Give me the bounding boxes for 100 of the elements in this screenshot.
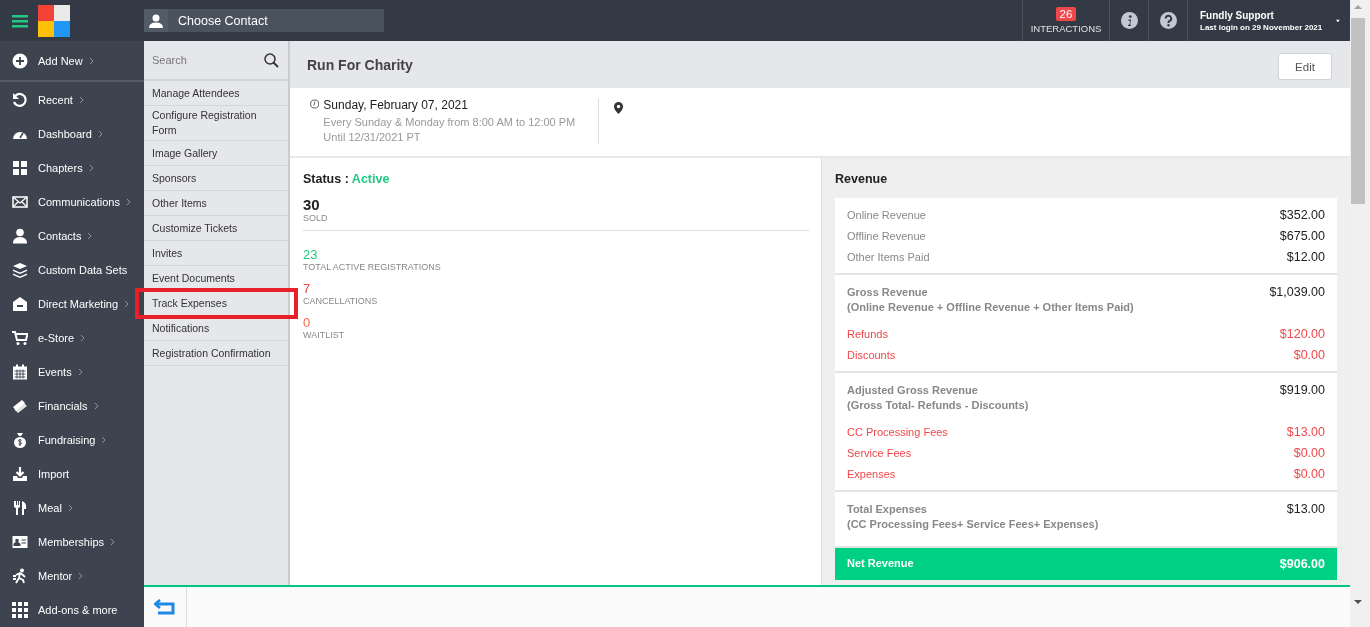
sidebar-item[interactable]: Chapters (0, 151, 144, 185)
revenue-amount: $0.00 (1293, 348, 1325, 362)
sidebar-item[interactable]: Memberships (0, 525, 144, 559)
revenue-label: Other Items Paid (847, 251, 930, 263)
sidebar-item[interactable]: Contacts (0, 219, 144, 253)
revenue-amount: $352.00 (1279, 208, 1325, 222)
menu-icon[interactable] (12, 13, 28, 28)
caret-icon (1336, 17, 1340, 24)
help-icon[interactable] (1159, 12, 1177, 29)
app-logo[interactable] (38, 4, 70, 37)
stat-value: 0 (303, 316, 312, 330)
stack-icon (12, 262, 28, 278)
submenu-item[interactable]: Customize Tickets (144, 216, 288, 241)
revenue-label: Adjusted Gross Revenue (847, 384, 978, 396)
revenue-amount: $13.00 (1286, 425, 1325, 439)
sidebar-item[interactable]: Financials (0, 389, 144, 423)
revenue-amount: $0.00 (1293, 467, 1325, 481)
submenu-item[interactable]: Sponsors (144, 166, 288, 191)
fork-knife-icon (12, 500, 28, 516)
revenue-label: CC Processing Fees (847, 426, 948, 438)
running-person-icon (12, 568, 28, 584)
sold-count: 30 (303, 196, 321, 213)
plus-circle-icon (12, 52, 28, 69)
chevron-right-icon (78, 572, 84, 580)
submenu-item[interactable]: Configure Registration Form (144, 106, 288, 141)
sidebar-item[interactable]: Recent (0, 83, 144, 117)
last-login-text: Last login on 29 November 2021 (1200, 22, 1323, 32)
submenu-item[interactable]: Other Items (144, 191, 288, 216)
location-pin-icon (614, 102, 623, 114)
search-field[interactable]: Search (152, 54, 252, 66)
contact-picker[interactable]: Choose Contact (144, 9, 384, 32)
sidebar-item[interactable]: Communications (0, 185, 144, 219)
stat-label: CANCELLATIONS (303, 296, 379, 306)
notification-count: 26 (1055, 7, 1077, 21)
submenu-item[interactable]: Registration Confirmation (144, 341, 288, 366)
stat-value: 23 (303, 248, 319, 262)
info-icon[interactable] (1120, 12, 1138, 29)
sidebar-item[interactable]: Import (0, 457, 144, 491)
event-status: Status : Active (303, 172, 391, 186)
sold-label: SOLD (303, 213, 329, 223)
revenue-label: Online Revenue (847, 209, 926, 221)
submenu-item[interactable]: Event Documents (144, 266, 288, 291)
revenue-amount: $0.00 (1293, 446, 1325, 460)
sidebar-item[interactable]: Events (0, 355, 144, 389)
user-name: Fundly Support (1200, 9, 1275, 21)
chevron-right-icon (77, 368, 83, 376)
stat-label: WAITLIST (303, 330, 346, 340)
refresh-icon (12, 92, 28, 108)
revenue-label: Expenses (847, 468, 896, 480)
chevron-right-icon (125, 198, 131, 206)
id-card-icon (12, 534, 28, 550)
sidebar-item[interactable]: Dashboard (0, 117, 144, 151)
event-recurrence: Every Sunday & Monday from 8:00 AM to 12:00 PM Until 12/31/2021 PT (323, 115, 577, 145)
submenu-item[interactable]: Notifications (144, 316, 288, 341)
chevron-right-icon (124, 300, 130, 308)
chevron-right-icon (67, 504, 73, 512)
clock-icon (310, 98, 320, 110)
event-title: Run For Charity (307, 56, 413, 73)
ticket-icon (12, 398, 28, 414)
download-icon (12, 466, 28, 482)
apps-grid-icon (12, 602, 28, 618)
chevron-right-icon (80, 334, 86, 342)
interactions-label: INTERACTIONS (1030, 23, 1102, 34)
submenu-item[interactable]: Manage Attendees (144, 81, 288, 106)
sidebar-item[interactable]: Add-ons & more (0, 593, 144, 627)
revenue-formula: (CC Processing Fees+ Service Fees+ Expenses) (847, 517, 1099, 531)
chevron-right-icon (97, 130, 103, 138)
scrollbar[interactable] (1350, 0, 1370, 627)
revenue-label: Total Expenses (847, 503, 927, 515)
return-arrow-icon (154, 599, 176, 615)
calendar-icon (12, 364, 28, 380)
money-bag-icon (12, 432, 28, 448)
sidebar-item[interactable]: Mentor (0, 559, 144, 593)
grid-icon (12, 160, 28, 176)
sidebar-item[interactable]: Fundraising (0, 423, 144, 457)
revenue-label: Offline Revenue (847, 230, 926, 242)
sidebar-item[interactable]: e-Store (0, 321, 144, 355)
chevron-right-icon (78, 96, 84, 104)
revenue-formula: (Gross Total- Refunds - Discounts) (847, 398, 1029, 412)
revenue-formula: (Online Revenue + Offline Revenue + Other Items Paid) (847, 300, 1134, 314)
submenu-item[interactable]: Track Expenses (138, 291, 295, 316)
revenue-amount: $919.00 (1279, 383, 1325, 397)
submenu-item[interactable]: Invites (144, 241, 288, 266)
envelope-icon (12, 194, 28, 210)
building-icon (12, 296, 28, 312)
submenu-item[interactable]: Image Gallery (144, 141, 288, 166)
stat-value: 7 (303, 282, 312, 296)
revenue-heading: Revenue (835, 172, 889, 186)
revenue-label: Service Fees (847, 447, 912, 459)
edit-button[interactable]: Edit (1278, 53, 1332, 80)
sidebar-item[interactable]: Custom Data Sets (0, 253, 144, 287)
revenue-label: Gross Revenue (847, 286, 928, 298)
chevron-right-icon (93, 402, 99, 410)
search-icon[interactable] (264, 52, 279, 68)
chevron-right-icon (88, 56, 94, 65)
person-icon (149, 13, 163, 28)
revenue-label: Refunds (847, 328, 888, 340)
sidebar-item[interactable]: Meal (0, 491, 144, 525)
chevron-right-icon (88, 164, 94, 172)
net-revenue-label: Net Revenue (847, 557, 914, 571)
